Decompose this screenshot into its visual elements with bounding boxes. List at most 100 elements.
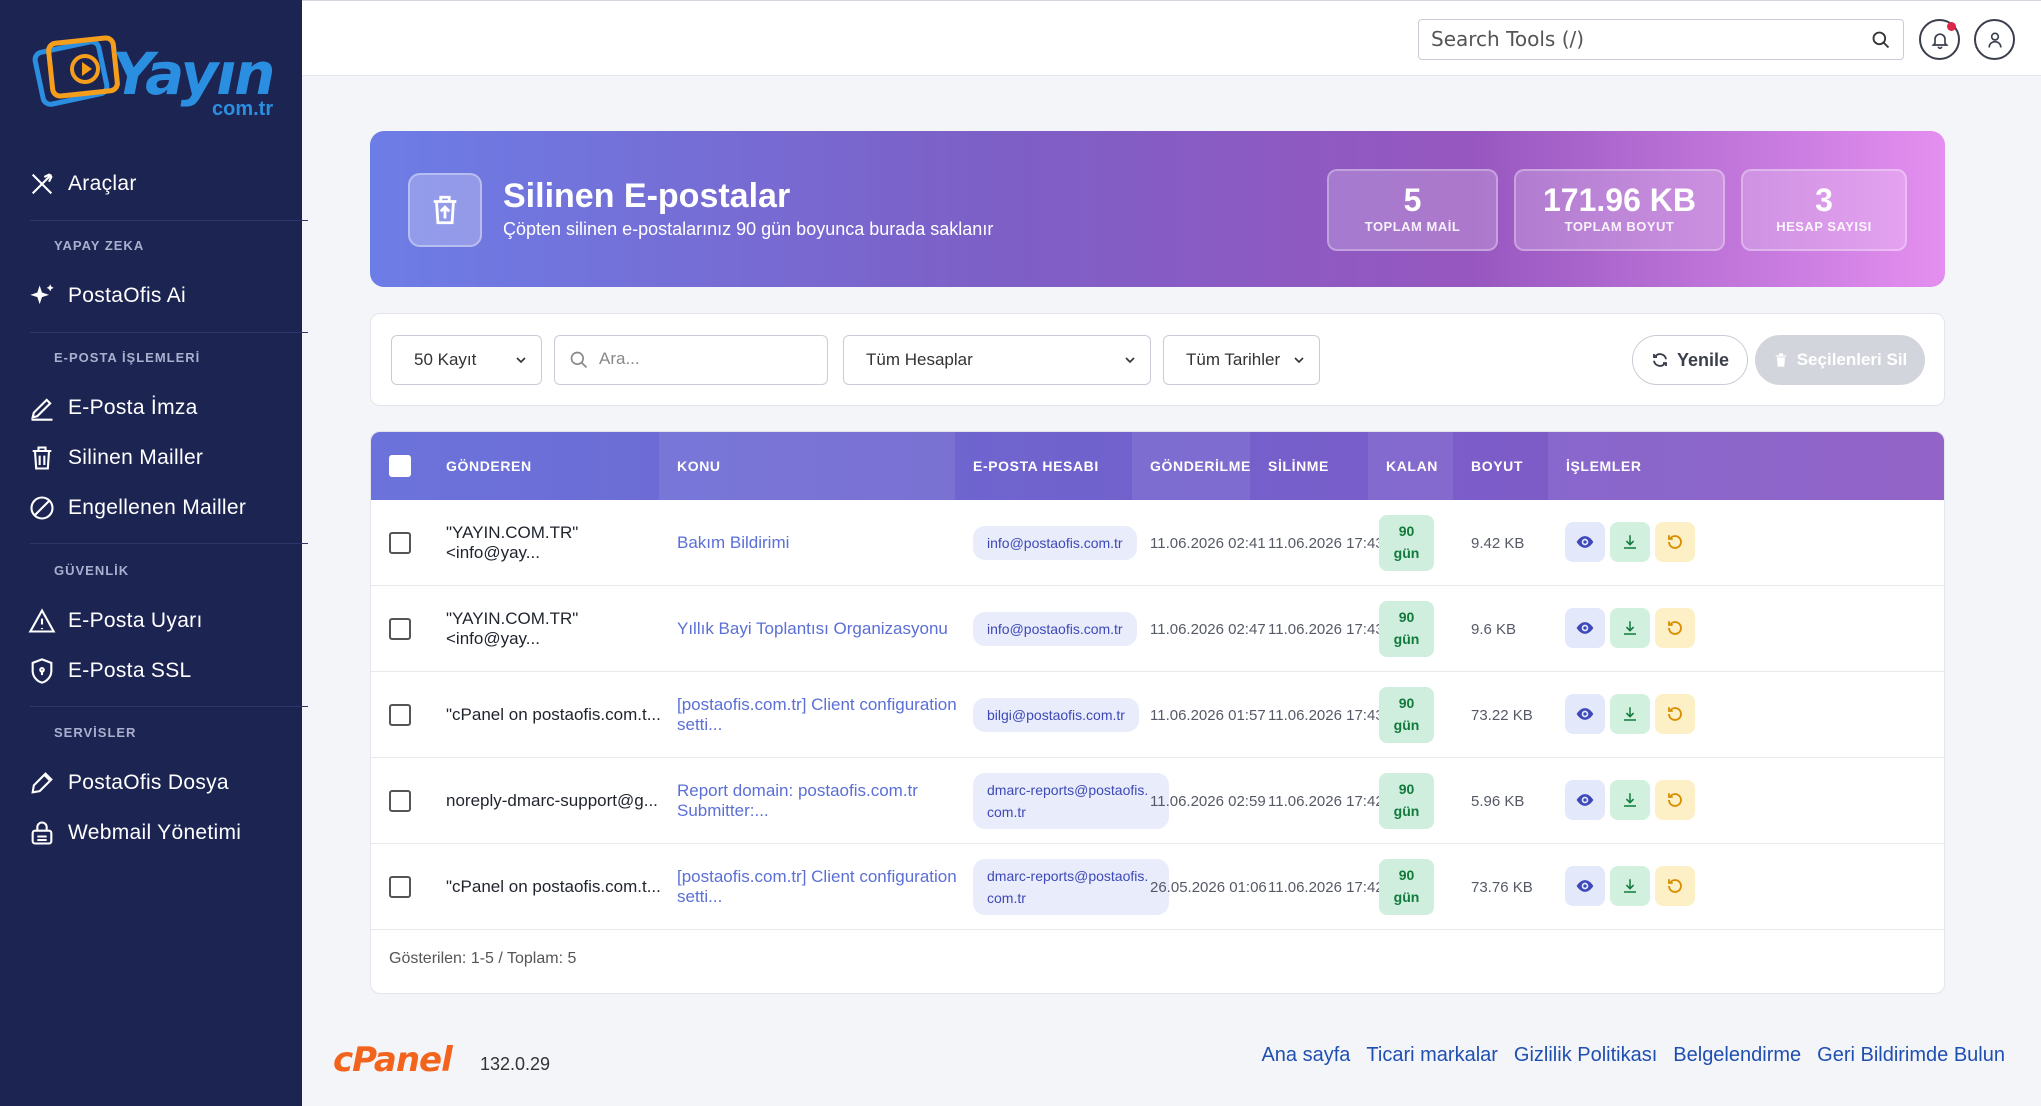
footer-link-privacy[interactable]: Gizlilik Politikası: [1514, 1044, 1657, 1067]
view-button[interactable]: [1565, 522, 1605, 562]
subject-cell: Bakım Bildirimi: [677, 500, 957, 586]
col-gonderilme[interactable]: GÖNDERİLME: [1132, 432, 1250, 500]
footer-link-trademarks[interactable]: Ticari markalar: [1366, 1044, 1498, 1067]
sent-cell: 11.06.2026 01:57: [1150, 672, 1268, 758]
download-icon: [1624, 793, 1636, 807]
subject-link[interactable]: [postaofis.com.tr] Client configuration …: [677, 695, 957, 735]
remaining-value: 90: [1398, 609, 1415, 625]
sender: noreply-dmarc-support@g...: [446, 791, 658, 810]
hero-banner: Silinen E-postalar Çöpten silinen e-post…: [370, 131, 1945, 287]
row-checkbox[interactable]: [389, 704, 411, 726]
footer-link-feedback[interactable]: Geri Bildirimde Bulun: [1817, 1044, 2005, 1067]
subject-link[interactable]: Yıllık Bayi Toplantısı Organizasyonu: [677, 619, 948, 639]
page-subtitle: Çöpten silinen e-postalarınız 90 gün boy…: [503, 219, 994, 239]
col-boyut[interactable]: BOYUT: [1453, 432, 1548, 500]
eye-icon: [1576, 880, 1594, 892]
block-icon: [30, 496, 54, 520]
nav-section-services: SERVİSLER: [54, 725, 137, 740]
dates-value: Tüm Tarihler: [1186, 350, 1281, 369]
restore-button[interactable]: [1655, 522, 1695, 562]
download-button[interactable]: [1610, 608, 1650, 648]
restore-button[interactable]: [1655, 608, 1695, 648]
sidebar-item-eposta-ssl[interactable]: E-Posta SSL: [28, 657, 192, 685]
view-button[interactable]: [1565, 866, 1605, 906]
dates-select[interactable]: Tüm Tarihler: [1163, 335, 1320, 385]
sent-cell: 11.06.2026 02:47: [1150, 586, 1268, 672]
footer-link-home[interactable]: Ana sayfa: [1261, 1044, 1350, 1067]
sidebar-item-label: E-Posta SSL: [68, 659, 192, 682]
download-icon: [1624, 621, 1636, 635]
deleted-cell: 11.06.2026 17:42: [1268, 758, 1386, 844]
col-eposta-hesabi[interactable]: E-POSTA HESABI: [955, 432, 1132, 500]
stat-label: TOPLAM MAİL: [1364, 219, 1461, 234]
col-silinme[interactable]: SİLİNME: [1250, 432, 1368, 500]
restore-button[interactable]: [1655, 694, 1695, 734]
restore-icon: [1668, 879, 1682, 893]
view-button[interactable]: [1565, 780, 1605, 820]
download-icon: [1624, 707, 1636, 721]
cpanel-logo[interactable]: cPanel: [333, 1040, 453, 1080]
remaining-unit: gün: [1393, 631, 1420, 647]
restore-button[interactable]: [1655, 866, 1695, 906]
sidebar-item-label: Araçlar: [68, 172, 137, 195]
tools-icon: [31, 173, 53, 195]
user-menu-button[interactable]: [1974, 19, 2015, 60]
download-button[interactable]: [1610, 694, 1650, 734]
col-gonderen[interactable]: GÖNDEREN: [428, 432, 659, 500]
col-islemler: İŞLEMLER: [1548, 432, 1944, 500]
sidebar-item-postaofis-dosya[interactable]: PostaOfis Dosya: [28, 769, 229, 797]
table-row[interactable]: noreply-dmarc-support@g... Report domain:…: [371, 758, 1944, 844]
sidebar-item-postaofis-ai[interactable]: PostaOfis Ai: [28, 282, 186, 310]
remaining-value: 90: [1398, 867, 1415, 883]
sidebar-item-label: PostaOfis Ai: [68, 284, 186, 307]
logo[interactable]: Yayın com.tr: [28, 34, 288, 126]
view-button[interactable]: [1565, 608, 1605, 648]
view-button[interactable]: [1565, 694, 1605, 734]
nav-section-security: GÜVENLİK: [54, 563, 130, 578]
subject-link[interactable]: [postaofis.com.tr] Client configuration …: [677, 867, 957, 907]
tools-search[interactable]: [1418, 19, 1904, 60]
mail-search-input[interactable]: [599, 336, 819, 382]
row-checkbox[interactable]: [389, 790, 411, 812]
sidebar-item-eposta-imza[interactable]: E-Posta İmza: [28, 394, 198, 422]
refresh-button[interactable]: Yenile: [1632, 335, 1748, 385]
sent-date: 11.06.2026 01:57: [1150, 706, 1266, 724]
search-icon: [570, 351, 588, 369]
delete-selected-button[interactable]: Seçilenleri Sil: [1755, 335, 1925, 385]
subject-link[interactable]: Bakım Bildirimi: [677, 533, 789, 553]
tools-search-input[interactable]: [1419, 20, 1839, 58]
restore-icon: [1668, 535, 1682, 549]
accounts-select[interactable]: Tüm Hesaplar: [843, 335, 1151, 385]
logo-sub: com.tr: [212, 98, 274, 120]
deleted-cell: 11.06.2026 17:43: [1268, 500, 1386, 586]
mail-search[interactable]: [554, 335, 828, 385]
deleted-mails-table: GÖNDEREN KONU E-POSTA HESABI GÖNDERİLME …: [370, 431, 1945, 994]
row-checkbox[interactable]: [389, 532, 411, 554]
sidebar-item-silinen-mailler[interactable]: Silinen Mailler: [28, 444, 203, 472]
footer-link-docs[interactable]: Belgelendirme: [1673, 1044, 1801, 1067]
sidebar-item-araclar[interactable]: Araçlar: [28, 170, 137, 198]
download-button[interactable]: [1610, 522, 1650, 562]
sidebar-item-engellenen-mailler[interactable]: Engellenen Mailler: [28, 494, 246, 522]
sidebar-item-eposta-uyari[interactable]: E-Posta Uyarı: [28, 607, 203, 635]
per-page-select[interactable]: 50 Kayıt: [391, 335, 542, 385]
download-button[interactable]: [1610, 866, 1650, 906]
col-kalan[interactable]: KALAN: [1368, 432, 1453, 500]
table-row[interactable]: "YAYIN.COM.TR" <info@yay... Yıllık Bayi T…: [371, 586, 1944, 672]
subject-link[interactable]: Report domain: postaofis.com.tr Submitte…: [677, 781, 957, 821]
sidebar-item-webmail-yonetimi[interactable]: Webmail Yönetimi: [28, 819, 241, 847]
nav-section-email: E-POSTA İŞLEMLERİ: [54, 350, 201, 365]
sidebar-item-label: Silinen Mailler: [68, 446, 204, 469]
select-all-checkbox[interactable]: [389, 455, 411, 477]
table-row[interactable]: "YAYIN.COM.TR" <info@yay... Bakım Bildiri…: [371, 500, 1944, 586]
row-checkbox[interactable]: [389, 618, 411, 640]
download-button[interactable]: [1610, 780, 1650, 820]
col-konu[interactable]: KONU: [659, 432, 955, 500]
table-row[interactable]: "cPanel on postaofis.com.t... [postaofis.…: [371, 672, 1944, 758]
row-checkbox[interactable]: [389, 876, 411, 898]
size-cell: 9.6 KB: [1471, 586, 1551, 672]
restore-button[interactable]: [1655, 780, 1695, 820]
notifications-button[interactable]: [1919, 19, 1960, 60]
deleted-cell: 11.06.2026 17:42: [1268, 844, 1386, 930]
table-row[interactable]: "cPanel on postaofis.com.t... [postaofis.…: [371, 844, 1944, 930]
